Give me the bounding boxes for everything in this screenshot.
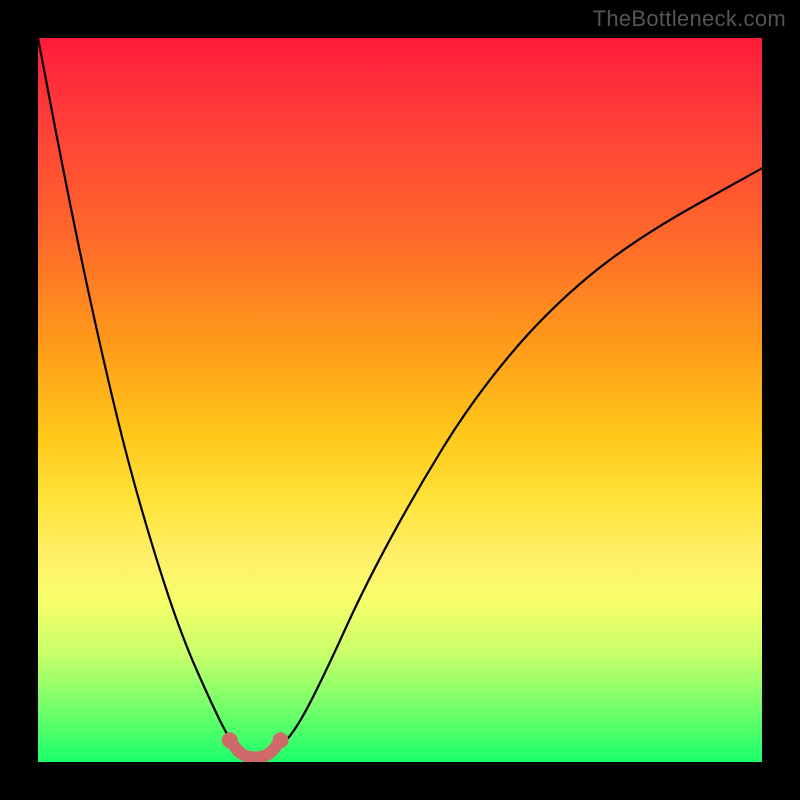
valley-dot-left xyxy=(222,732,238,748)
left-branch-curve xyxy=(38,38,241,751)
right-branch-curve xyxy=(277,168,762,751)
chart-frame: TheBottleneck.com xyxy=(0,0,800,800)
valley-highlight xyxy=(230,740,281,757)
plot-area xyxy=(38,38,762,762)
valley-dot-right xyxy=(273,732,289,748)
watermark-text: TheBottleneck.com xyxy=(593,6,786,32)
curve-layer xyxy=(38,38,762,762)
